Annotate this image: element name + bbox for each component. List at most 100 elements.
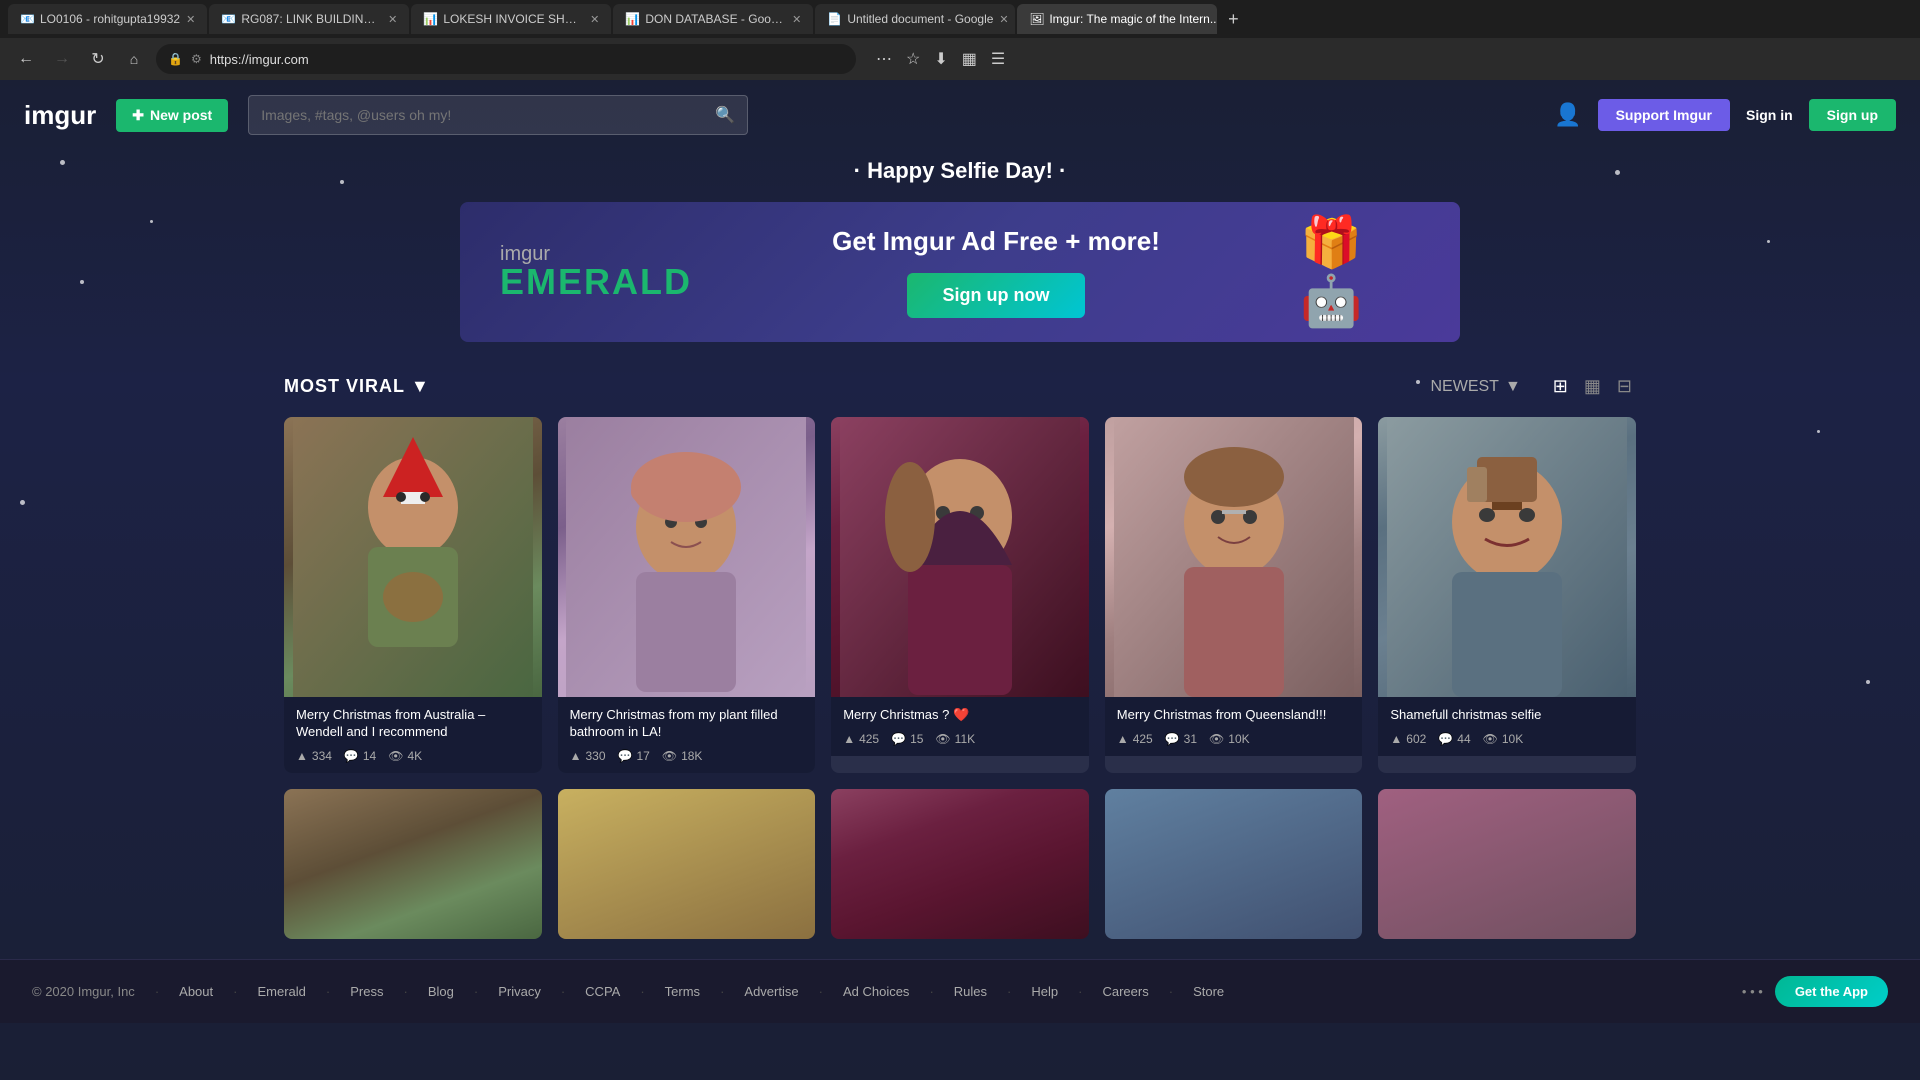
url-text: https://imgur.com bbox=[210, 52, 309, 67]
bookmark-icon[interactable]: ☆ bbox=[902, 45, 924, 73]
footer-link-blog[interactable]: Blog bbox=[428, 984, 454, 999]
user-icon-button[interactable]: 👤 bbox=[1554, 102, 1581, 128]
search-icon[interactable]: 🔍 bbox=[715, 105, 735, 125]
upvote-icon: ▲ bbox=[843, 732, 855, 746]
selfie-day-banner: · Happy Selfie Day! · bbox=[0, 150, 1920, 192]
search-bar[interactable]: 🔍 bbox=[248, 95, 748, 135]
footer-link-advertise[interactable]: Advertise bbox=[744, 984, 798, 999]
partial-card-4[interactable] bbox=[1105, 789, 1363, 939]
view-large-button[interactable]: ⊞ bbox=[1549, 372, 1572, 401]
view-medium-button[interactable]: ▦ bbox=[1580, 372, 1605, 401]
footer-link-press[interactable]: Press bbox=[350, 984, 383, 999]
views-2: 👁 18K bbox=[662, 749, 703, 763]
partial-card-3[interactable] bbox=[831, 789, 1089, 939]
tab-close-icon[interactable]: ✕ bbox=[999, 13, 1008, 26]
forward-button[interactable]: → bbox=[48, 45, 76, 73]
comment-icon: 💬 bbox=[1165, 732, 1180, 746]
footer-link-ccpa[interactable]: CCPA bbox=[585, 984, 620, 999]
tab-imgur[interactable]: 🖼 Imgur: The magic of the Intern... ✕ bbox=[1017, 4, 1217, 34]
comment-count: 15 bbox=[910, 732, 923, 746]
upvotes-2: ▲ 330 bbox=[570, 749, 606, 763]
view-count: 4K bbox=[407, 749, 422, 763]
extensions-button[interactable]: ⋯ bbox=[872, 45, 896, 73]
footer-link-emerald[interactable]: Emerald bbox=[257, 984, 305, 999]
get-app-button[interactable]: Get the App bbox=[1775, 976, 1888, 1007]
tab-title: DON DATABASE - Google She... bbox=[645, 12, 786, 26]
new-post-button[interactable]: ✚ New post bbox=[116, 99, 228, 132]
sort-dropdown-icon: ▼ bbox=[1505, 378, 1521, 396]
tab-close-icon[interactable]: ✕ bbox=[792, 13, 801, 26]
view-small-button[interactable]: ⊟ bbox=[1613, 372, 1636, 401]
more-menu-button[interactable]: ☰ bbox=[987, 45, 1009, 73]
footer-link-store[interactable]: Store bbox=[1193, 984, 1224, 999]
view-count: 10K bbox=[1228, 732, 1249, 746]
card-title-3: Merry Christmas ? ❤️ bbox=[843, 707, 1077, 724]
image-card-4[interactable]: Merry Christmas from Queensland!!! ▲ 425… bbox=[1105, 417, 1363, 773]
view-count: 10K bbox=[1502, 732, 1523, 746]
imgur-page: imgur ✚ New post 🔍 👤 Support Imgur Sign … bbox=[0, 80, 1920, 1080]
tab-title: LO0106 - rohitgupta19932 bbox=[40, 12, 180, 26]
more-options-icon: • • • bbox=[1742, 984, 1763, 999]
partial-card-1[interactable] bbox=[284, 789, 542, 939]
tab-favicon: 📊 bbox=[625, 12, 639, 26]
content-area: MOST VIRAL ▼ NEWEST ▼ ⊞ ▦ ⊟ bbox=[260, 352, 1660, 959]
tab-close-icon[interactable]: ✕ bbox=[590, 13, 599, 26]
support-button[interactable]: Support Imgur bbox=[1598, 99, 1730, 131]
footer-link-terms[interactable]: Terms bbox=[665, 984, 700, 999]
search-input[interactable] bbox=[261, 107, 707, 123]
image-card-1[interactable]: Merry Christmas from Australia – Wendell… bbox=[284, 417, 542, 773]
card-overlay-3: Merry Christmas ? ❤️ ▲ 425 💬 15 👁 11K bbox=[831, 697, 1089, 756]
security-icon: 🔒 bbox=[168, 52, 183, 66]
footer-divider: · bbox=[819, 984, 823, 999]
reload-button[interactable]: ↻ bbox=[84, 45, 112, 73]
comment-icon: 💬 bbox=[891, 732, 906, 746]
tab-lo0106[interactable]: 📧 LO0106 - rohitgupta19932 ✕ bbox=[8, 4, 207, 34]
view-options: ⊞ ▦ ⊟ bbox=[1549, 372, 1636, 401]
tab-don-database[interactable]: 📊 DON DATABASE - Google She... ✕ bbox=[613, 4, 813, 34]
tab-close-icon[interactable]: ✕ bbox=[388, 13, 397, 26]
imgur-logo[interactable]: imgur bbox=[24, 100, 96, 131]
content-header: MOST VIRAL ▼ NEWEST ▼ ⊞ ▦ ⊟ bbox=[284, 372, 1636, 401]
comment-icon: 💬 bbox=[618, 749, 633, 763]
browser-toolbar: ← → ↻ ⌂ 🔒 ⚙ https://imgur.com ⋯ ☆ ⬇ ▦ ☰ bbox=[0, 38, 1920, 80]
tab-lokesh[interactable]: 📊 LOKESH INVOICE SHEET - Go... ✕ bbox=[411, 4, 611, 34]
downloads-button[interactable]: ⬇ bbox=[930, 45, 951, 73]
signup-button[interactable]: Sign up bbox=[1809, 99, 1896, 131]
new-post-label: New post bbox=[150, 107, 212, 123]
page-footer: © 2020 Imgur, Inc · About · Emerald · Pr… bbox=[0, 959, 1920, 1023]
partial-card-5[interactable] bbox=[1378, 789, 1636, 939]
footer-divider: · bbox=[1007, 984, 1011, 999]
image-card-3[interactable]: Merry Christmas ? ❤️ ▲ 425 💬 15 👁 11K bbox=[831, 417, 1089, 773]
get-app-label: Get the App bbox=[1795, 984, 1868, 999]
viral-filter-selector[interactable]: MOST VIRAL ▼ bbox=[284, 376, 430, 397]
new-tab-button[interactable]: + bbox=[1219, 5, 1247, 33]
footer-link-about[interactable]: About bbox=[179, 984, 213, 999]
sidebar-button[interactable]: ▦ bbox=[958, 45, 981, 73]
home-button[interactable]: ⌂ bbox=[120, 45, 148, 73]
back-button[interactable]: ← bbox=[12, 45, 40, 73]
image-card-2[interactable]: Merry Christmas from my plant filled bat… bbox=[558, 417, 816, 773]
footer-link-rules[interactable]: Rules bbox=[954, 984, 987, 999]
promo-cta-button[interactable]: Sign up now bbox=[907, 273, 1086, 318]
tab-close-icon[interactable]: ✕ bbox=[186, 13, 195, 26]
footer-link-privacy[interactable]: Privacy bbox=[498, 984, 541, 999]
upvote-icon: ▲ bbox=[1390, 732, 1402, 746]
partial-card-2[interactable] bbox=[558, 789, 816, 939]
page-header: imgur ✚ New post 🔍 👤 Support Imgur Sign … bbox=[0, 80, 1920, 150]
tab-untitled-doc[interactable]: 📄 Untitled document - Google ✕ bbox=[815, 4, 1015, 34]
footer-link-help[interactable]: Help bbox=[1031, 984, 1058, 999]
tab-favicon: 📊 bbox=[423, 12, 437, 26]
footer-divider: · bbox=[929, 984, 933, 999]
view-count: 18K bbox=[681, 749, 702, 763]
signin-button[interactable]: Sign in bbox=[1746, 107, 1793, 123]
newest-sort-selector[interactable]: NEWEST ▼ bbox=[1431, 378, 1521, 396]
image-grid: Merry Christmas from Australia – Wendell… bbox=[284, 417, 1636, 773]
card-title-2: Merry Christmas from my plant filled bat… bbox=[570, 707, 804, 741]
tab-rg087[interactable]: 📧 RG087: LINK BUILDING: CB N... ✕ bbox=[209, 4, 409, 34]
footer-link-careers[interactable]: Careers bbox=[1102, 984, 1148, 999]
image-card-5[interactable]: Shamefull christmas selfie ▲ 602 💬 44 👁 bbox=[1378, 417, 1636, 773]
upvotes-3: ▲ 425 bbox=[843, 732, 879, 746]
header-right: 👤 Support Imgur Sign in Sign up bbox=[1554, 99, 1896, 131]
address-bar[interactable]: 🔒 ⚙ https://imgur.com bbox=[156, 44, 856, 74]
footer-link-ad-choices[interactable]: Ad Choices bbox=[843, 984, 909, 999]
